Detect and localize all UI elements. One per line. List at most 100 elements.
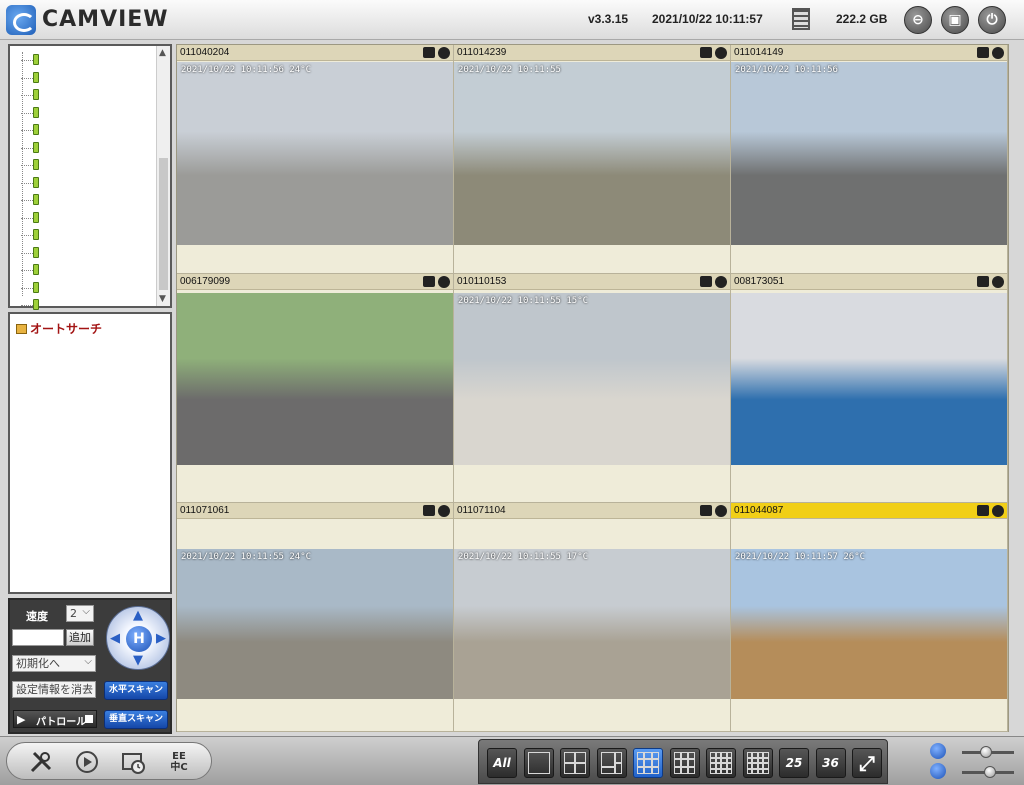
tree-node[interactable] — [21, 159, 39, 175]
microphone-icon[interactable] — [930, 743, 946, 759]
pan-up-icon[interactable]: ▲ — [133, 608, 143, 623]
tree-node[interactable] — [21, 211, 39, 228]
tree-node[interactable] — [21, 194, 39, 210]
patrol-control[interactable]: ▶ パトロール — [13, 710, 97, 728]
snapshot-icon[interactable] — [423, 47, 435, 58]
tree-node[interactable] — [21, 246, 39, 263]
camera-header[interactable]: 006179099 — [177, 274, 453, 290]
scroll-thumb[interactable] — [159, 158, 168, 290]
record-icon[interactable] — [992, 276, 1004, 288]
camera-feed[interactable]: 2021/10/22 10:11:56 24°C — [177, 62, 453, 245]
camera-feed[interactable]: 2021/10/22 10:11:55 15°C — [454, 293, 730, 465]
camera-feed[interactable]: 2021/10/22 10:11:55 24°C — [177, 549, 453, 699]
camera-header[interactable]: 008173051 — [731, 274, 1007, 290]
record-icon[interactable] — [438, 47, 450, 59]
horizontal-scan-button[interactable]: 水平スキャン — [104, 681, 168, 700]
camera-tile[interactable]: 011044087 2021/10/22 10:11:57 26°C — [731, 503, 1008, 732]
tree-node[interactable] — [21, 141, 39, 158]
tree-node[interactable] — [21, 54, 39, 70]
layout-2x2-button[interactable] — [560, 748, 590, 778]
settings-button[interactable] — [21, 747, 61, 777]
add-preset-button[interactable]: 追加 — [66, 629, 94, 646]
snapshot-icon[interactable] — [700, 47, 712, 58]
record-icon[interactable] — [438, 276, 450, 288]
record-icon[interactable] — [715, 505, 727, 517]
snapshot-icon[interactable] — [977, 505, 989, 516]
tree-node[interactable] — [21, 264, 39, 280]
camera-header[interactable]: 011071061 — [177, 503, 453, 519]
camera-tile[interactable]: 011071104 2021/10/22 10:11:55 17°C — [454, 503, 731, 732]
record-icon[interactable] — [715, 47, 727, 59]
layout-all-button[interactable]: All — [487, 748, 517, 778]
layout-25-button[interactable]: 25 — [779, 748, 809, 778]
schedule-button[interactable] — [113, 747, 153, 777]
camera-feed[interactable]: 2021/10/22 10:11:55 17°C — [454, 549, 730, 699]
camera-header[interactable]: 011044087 — [731, 503, 1007, 519]
pan-left-icon[interactable]: ◀ — [110, 631, 120, 646]
snapshot-icon[interactable] — [700, 505, 712, 516]
preset-name-input[interactable] — [12, 629, 64, 646]
camera-header[interactable]: 011071104 — [454, 503, 730, 519]
layout-3x3-button[interactable] — [633, 748, 663, 778]
snapshot-icon[interactable] — [700, 276, 712, 287]
speaker-volume-slider[interactable] — [962, 766, 1014, 778]
tree-node[interactable] — [21, 89, 39, 105]
speed-select[interactable]: 2 — [66, 604, 94, 622]
camera-header[interactable]: 011014239 — [454, 45, 730, 61]
camera-tile[interactable]: 008173051 — [731, 274, 1008, 503]
record-icon[interactable] — [992, 47, 1004, 59]
preset-select[interactable]: 初期化へ — [12, 654, 96, 672]
record-icon[interactable] — [715, 276, 727, 288]
mic-volume-slider[interactable] — [962, 746, 1014, 758]
camera-feed[interactable] — [731, 293, 1007, 465]
scroll-down-icon[interactable]: ▼ — [159, 294, 166, 304]
language-button[interactable]: EE 中C — [159, 747, 199, 777]
layout-1x1-button[interactable] — [523, 748, 554, 778]
camera-tile[interactable]: 006179099 — [177, 274, 454, 503]
stop-icon[interactable] — [85, 715, 93, 723]
camera-header[interactable]: 011014149 — [731, 45, 1007, 61]
tree-node[interactable] — [21, 176, 39, 193]
camera-feed[interactable]: 2021/10/22 10:11:57 26°C — [731, 549, 1007, 699]
camera-tile[interactable]: 011040204 2021/10/22 10:11:56 24°C — [177, 45, 454, 274]
ptz-dpad[interactable]: ▲ ▼ ◀ ▶ H — [106, 606, 170, 670]
camera-tile[interactable]: 010110153 2021/10/22 10:11:55 15°C — [454, 274, 731, 503]
pan-down-icon[interactable]: ▼ — [133, 653, 143, 668]
layout-36-button[interactable]: 36 — [815, 748, 846, 778]
speaker-icon[interactable] — [930, 763, 946, 779]
camera-header[interactable]: 010110153 — [454, 274, 730, 290]
layout-1plus3-button[interactable] — [596, 748, 627, 778]
tree-node[interactable] — [21, 106, 39, 123]
tree-node[interactable] — [21, 71, 39, 88]
tree-node[interactable] — [21, 281, 39, 298]
record-icon[interactable] — [992, 505, 1004, 517]
camera-feed[interactable]: 2021/10/22 10:11:55 — [454, 62, 730, 245]
layout-1plus5-button[interactable] — [669, 748, 700, 778]
record-icon[interactable] — [438, 505, 450, 517]
pan-right-icon[interactable]: ▶ — [156, 631, 166, 646]
minimize-button[interactable]: ⊖ — [904, 6, 932, 34]
tree-node[interactable] — [21, 229, 39, 245]
snapshot-icon[interactable] — [423, 276, 435, 287]
scroll-up-icon[interactable]: ▲ — [159, 48, 166, 58]
playback-button[interactable] — [67, 747, 107, 777]
layout-1plus12-button[interactable] — [742, 748, 773, 778]
snapshot-icon[interactable] — [977, 47, 989, 58]
camera-tile[interactable]: 011014149 2021/10/22 10:11:56 — [731, 45, 1008, 274]
camera-tile[interactable]: 011014239 2021/10/22 10:11:55 — [454, 45, 731, 274]
camera-feed[interactable] — [177, 293, 453, 465]
slider-knob[interactable] — [984, 766, 996, 778]
delete-settings-select[interactable]: 設定情報を消去 — [12, 680, 96, 698]
auto-search-item[interactable]: オートサーチ — [16, 320, 102, 337]
layout-4x4-button[interactable] — [706, 748, 736, 778]
tree-node[interactable] — [21, 124, 39, 140]
snapshot-icon[interactable] — [977, 276, 989, 287]
slider-knob[interactable] — [980, 746, 992, 758]
restore-button[interactable]: ▣ — [941, 6, 969, 34]
play-icon[interactable]: ▶ — [17, 713, 25, 726]
home-button[interactable]: H — [126, 626, 152, 652]
tree-scrollbar[interactable]: ▲ ▼ — [156, 46, 170, 306]
camera-header[interactable]: 011040204 — [177, 45, 453, 61]
vertical-scan-button[interactable]: 垂直スキャン — [104, 710, 168, 729]
camera-tile[interactable]: 011071061 2021/10/22 10:11:55 24°C — [177, 503, 454, 732]
